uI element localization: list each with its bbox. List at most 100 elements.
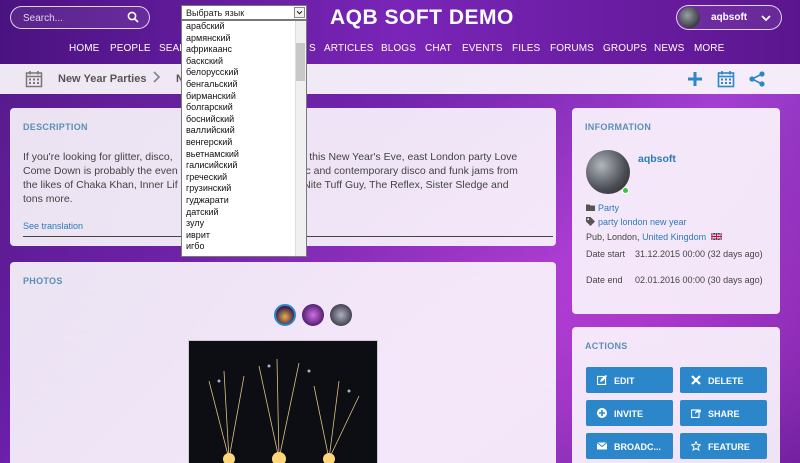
tags-row: party london new year <box>586 217 687 227</box>
site-title[interactable]: AQB SOFT DEMO <box>330 6 514 30</box>
nav-home[interactable]: HOME <box>69 43 99 54</box>
language-option[interactable]: боснийский <box>182 114 296 126</box>
username: aqbsoft <box>711 12 748 23</box>
category-row: Party <box>586 203 619 213</box>
feature-button[interactable]: FEATURE <box>680 433 767 459</box>
folder-icon <box>586 204 595 211</box>
date-end-value: 02.01.2016 00:00 (30 days ago) <box>635 275 763 285</box>
language-option[interactable]: болгарский <box>182 102 296 114</box>
language-option[interactable]: бенгальский <box>182 79 296 91</box>
photo-thumbnail[interactable] <box>330 304 352 326</box>
search-box[interactable] <box>10 6 150 29</box>
invite-button[interactable]: INVITE <box>586 400 673 426</box>
edit-button[interactable]: EDIT <box>586 367 673 393</box>
search-input[interactable] <box>23 10 123 26</box>
language-option[interactable]: иврит <box>182 230 296 242</box>
photos-card: PHOTOS <box>10 262 556 463</box>
broadcast-button[interactable]: BROADC... <box>586 433 673 459</box>
nav-more[interactable]: MORE <box>694 43 724 54</box>
information-card: INFORMATION aqbsoft Party party london n… <box>572 108 780 314</box>
scrollbar-thumb[interactable] <box>296 43 305 81</box>
online-status-dot <box>622 187 629 194</box>
nav-news[interactable]: NEWS <box>654 43 684 54</box>
feature-label: FEATURE <box>708 442 750 452</box>
nav-people[interactable]: PEOPLE <box>110 43 151 54</box>
breadcrumb: New Year Parties N <box>0 64 800 94</box>
scrollbar[interactable] <box>295 21 306 256</box>
language-option[interactable]: армянский <box>182 33 296 45</box>
share-button[interactable]: SHARE <box>680 400 767 426</box>
nav-groups[interactable]: GROUPS <box>603 43 647 54</box>
language-options: арабский армянский африкаанс баскский бе… <box>182 21 296 253</box>
avatar <box>679 7 700 28</box>
uk-flag-icon <box>710 233 722 240</box>
close-icon <box>691 375 701 385</box>
language-option[interactable]: гуджарати <box>182 195 296 207</box>
location-text: Pub, London, <box>586 232 643 242</box>
date-end-label: Date end <box>586 275 623 285</box>
event-owner-link[interactable]: aqbsoft <box>638 153 676 165</box>
chevron-down-icon <box>761 15 771 22</box>
language-option[interactable]: валлийский <box>182 125 296 137</box>
description-title: DESCRIPTION <box>23 122 88 132</box>
nav-articles[interactable]: ARTICLES <box>324 43 374 54</box>
photos-title: PHOTOS <box>23 276 63 286</box>
search-icon[interactable] <box>127 11 139 23</box>
language-option[interactable]: белорусский <box>182 67 296 79</box>
fireworks-image <box>189 341 377 463</box>
user-menu[interactable]: aqbsoft <box>676 5 782 30</box>
language-select[interactable]: Выбрать язык <box>181 5 307 20</box>
share-icon[interactable] <box>748 70 766 88</box>
nav-events[interactable]: EVENTS <box>462 43 503 54</box>
language-option[interactable]: датский <box>182 207 296 219</box>
language-select-value: Выбрать язык <box>186 8 245 18</box>
language-option[interactable]: греческий <box>182 172 296 184</box>
tag-icon <box>586 217 595 226</box>
main-nav: HOME PEOPLE SEAR S ARTICLES BLOGS CHAT E… <box>0 43 800 59</box>
nav-partial[interactable]: S <box>309 43 316 54</box>
language-option[interactable]: зулу <box>182 218 296 230</box>
edit-label: EDIT <box>614 376 635 386</box>
language-option[interactable]: игбо <box>182 241 296 253</box>
language-option[interactable]: африкаанс <box>182 44 296 56</box>
breadcrumb-parent[interactable]: New Year Parties <box>58 73 146 85</box>
language-options-list[interactable]: арабский армянский африкаанс баскский бе… <box>181 20 307 257</box>
date-start-value: 31.12.2015 00:00 (32 days ago) <box>635 249 763 259</box>
top-header: AQB SOFT DEMO aqbsoft HOME PEOPLE SEAR S… <box>0 0 800 64</box>
calendar-add-icon[interactable] <box>717 70 735 88</box>
actions-card: ACTIONS EDIT DELETE INVITE SHARE BROADC.… <box>572 327 780 463</box>
language-option[interactable]: вьетнамский <box>182 149 296 161</box>
language-option[interactable]: венгерский <box>182 137 296 149</box>
language-option[interactable]: баскский <box>182 56 296 68</box>
delete-button[interactable]: DELETE <box>680 367 767 393</box>
photo-thumbnail[interactable] <box>274 304 296 326</box>
chevron-right-icon <box>153 71 161 83</box>
see-translation-link[interactable]: See translation <box>23 221 83 231</box>
star-icon <box>691 441 701 451</box>
information-title: INFORMATION <box>585 122 652 132</box>
language-option[interactable]: бирманский <box>182 91 296 103</box>
language-option[interactable]: грузинский <box>182 183 296 195</box>
nav-files[interactable]: FILES <box>512 43 540 54</box>
language-option[interactable]: галисийский <box>182 160 296 172</box>
date-start-label: Date start <box>586 249 626 259</box>
category-link[interactable]: Party <box>598 203 619 213</box>
photo-fireworks[interactable] <box>188 340 378 463</box>
calendar-icon <box>25 71 43 88</box>
photo-thumbnail[interactable] <box>302 304 324 326</box>
chevron-down-icon[interactable] <box>294 7 305 18</box>
edit-icon <box>597 375 607 385</box>
envelope-icon <box>597 442 607 450</box>
nav-forums[interactable]: FORUMS <box>550 43 594 54</box>
language-option[interactable]: арабский <box>182 21 296 33</box>
plus-circle-icon <box>597 408 607 418</box>
plus-icon[interactable] <box>686 70 704 88</box>
nav-blogs[interactable]: BLOGS <box>381 43 416 54</box>
tags-link[interactable]: party london new year <box>598 217 687 227</box>
country-link[interactable]: United Kingdom <box>642 232 706 242</box>
share-square-icon <box>691 408 701 418</box>
nav-chat[interactable]: CHAT <box>425 43 452 54</box>
invite-label: INVITE <box>614 409 644 419</box>
delete-label: DELETE <box>708 376 744 386</box>
broadcast-label: BROADC... <box>614 442 661 452</box>
